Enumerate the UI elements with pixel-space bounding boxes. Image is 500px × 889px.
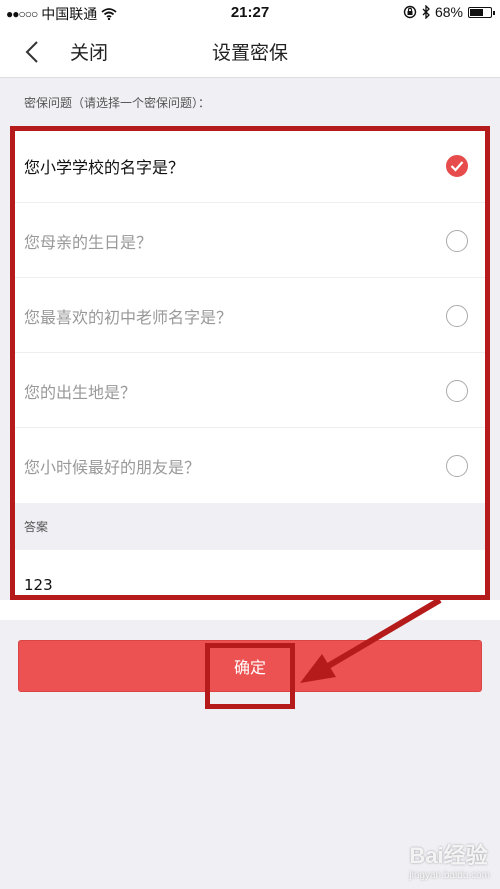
baidu-watermark-logo: Bai经验 jingyan.baidu.com [409, 838, 490, 881]
watermark-brand: Bai经验 [409, 843, 488, 868]
section-hint: 密保问题（请选择一个密保问题）： [24, 96, 211, 110]
status-right: 68% [403, 4, 495, 20]
page-title: 设置密保 [211, 42, 288, 64]
answer-input[interactable] [14, 550, 486, 600]
answer-header: 答案 [14, 504, 486, 550]
status-bar: ●●○○○ 中国联通 21:27 68% [0, 0, 500, 26]
question-label: 您的出生地是？ [24, 383, 137, 402]
radio-circle-icon[interactable] [446, 455, 468, 477]
bluetooth-icon [422, 5, 430, 19]
question-label: 您母亲的生日是？ [24, 233, 153, 252]
rotation-lock-icon [403, 5, 417, 19]
question-option[interactable]: 您小学学校的名字是？ [14, 128, 486, 203]
answer-label: 答案 [24, 520, 49, 534]
radio-circle-icon[interactable] [446, 380, 468, 402]
radio-circle-icon[interactable] [446, 230, 468, 252]
question-option[interactable]: 您小时候最好的朋友是？ [14, 428, 486, 503]
check-circle-icon[interactable] [446, 155, 468, 177]
watermark-url: jingyan.baidu.com [409, 870, 490, 881]
confirm-button[interactable]: 确定 [18, 640, 482, 692]
radio-circle-icon[interactable] [446, 305, 468, 327]
question-list: 您小学学校的名字是？ 您母亲的生日是？ 您最喜欢的初中老师名字是？ 您的出生地是… [14, 128, 486, 503]
question-label: 您最喜欢的初中老师名字是？ [24, 308, 233, 327]
question-label: 您小时候最好的朋友是？ [24, 458, 201, 477]
battery-percent: 68% [434, 4, 463, 20]
nav-bar: 关闭 设置密保 [0, 26, 500, 78]
question-option[interactable]: 您的出生地是？ [14, 353, 486, 428]
answer-bottom-spacer [0, 600, 500, 620]
question-label: 您小学学校的名字是？ [24, 158, 185, 177]
question-option[interactable]: 您最喜欢的初中老师名字是？ [14, 278, 486, 353]
question-option[interactable]: 您母亲的生日是？ [14, 203, 486, 278]
battery-icon [468, 6, 495, 18]
